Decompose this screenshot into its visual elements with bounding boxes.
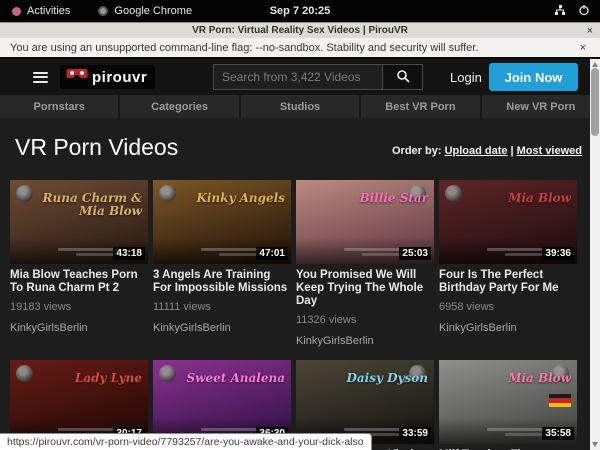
- video-thumbnail[interactable]: Daisy Dyson 33:59: [296, 360, 434, 444]
- german-flag: [549, 394, 571, 407]
- login-link[interactable]: Login: [450, 70, 482, 85]
- studio-link[interactable]: KinkyGirlsBerlin: [10, 322, 148, 334]
- video-duration: 25:03: [399, 247, 431, 260]
- order-by: Order by: Upload date|Most viewed: [392, 145, 582, 161]
- activities-button[interactable]: Activities: [27, 5, 70, 17]
- video-thumbnail[interactable]: Billie Star 25:03: [296, 180, 434, 264]
- nav-item-categories[interactable]: Categories: [120, 95, 240, 118]
- window-close-icon[interactable]: ×: [587, 25, 600, 37]
- scroll-up-icon[interactable]: [592, 62, 598, 67]
- thumbnail-overlay-title: Lady Lyne: [40, 372, 142, 385]
- thumbnail-caption: [201, 246, 261, 256]
- distro-icon: [12, 7, 21, 16]
- app-menu-button[interactable]: Google Chrome: [114, 5, 192, 17]
- video-thumbnail[interactable]: Runa Charm & Mia Blow 43:18: [10, 180, 148, 264]
- browser-warning-bar: You are using an unsupported command-lin…: [0, 38, 600, 59]
- system-top-bar: Activities Google Chrome Sep 7 20:25: [0, 0, 600, 22]
- video-card[interactable]: Runa Charm & Mia Blow 43:18 Mia Blow Tea…: [10, 180, 148, 347]
- search-icon: [396, 69, 410, 86]
- thumbnail-caption: [487, 426, 547, 436]
- video-grid: Runa Charm & Mia Blow 43:18 Mia Blow Tea…: [10, 180, 592, 450]
- search-button[interactable]: [382, 65, 422, 89]
- video-thumbnail[interactable]: Kinky Angels 47:01: [153, 180, 291, 264]
- video-duration: 39:36: [542, 247, 574, 260]
- studio-logo-watermark: [445, 185, 462, 202]
- scrollbar-thumb[interactable]: [591, 68, 599, 136]
- video-thumbnail[interactable]: Sweet Analena 36:30: [153, 360, 291, 444]
- thumbnail-overlay-title: Kinky Angels: [183, 192, 285, 205]
- thumbnail-overlay-title: Daisy Dyson: [326, 372, 428, 385]
- vr-goggles-icon: [66, 68, 88, 86]
- scroll-down-icon[interactable]: [592, 442, 598, 447]
- video-views: 11111 views: [153, 301, 291, 313]
- chrome-app-icon: [98, 6, 108, 16]
- search-input[interactable]: [214, 65, 382, 89]
- studio-link[interactable]: KinkyGirlsBerlin: [153, 322, 291, 334]
- video-card[interactable]: Kinky Angels 47:01 3 Angels Are Training…: [153, 180, 291, 347]
- video-title[interactable]: 3 Angels Are Training For Impossible Mis…: [153, 269, 291, 295]
- window-title: VR Porn: Virtual Reality Sex Videos | Pi…: [0, 25, 600, 36]
- thumbnail-caption: [487, 246, 547, 256]
- thumbnail-caption: [344, 246, 404, 256]
- studio-link[interactable]: KinkyGirlsBerlin: [296, 335, 434, 347]
- video-card[interactable]: Mia Blow 39:36 Four Is The Perfect Birth…: [439, 180, 577, 347]
- order-by-most-viewed-link[interactable]: Most viewed: [517, 145, 582, 157]
- studio-logo-watermark: [16, 185, 33, 202]
- nav-item-pornstars[interactable]: Pornstars: [0, 95, 120, 118]
- logo-text: pirouvr: [92, 69, 147, 86]
- thumbnail-overlay-title: Mia Blow: [469, 192, 571, 205]
- studio-link[interactable]: KinkyGirlsBerlin: [439, 322, 577, 334]
- warning-close-icon[interactable]: ×: [580, 42, 600, 54]
- network-icon[interactable]: [554, 4, 566, 19]
- nav-item-new-vr-porn[interactable]: New VR Porn: [482, 95, 600, 118]
- power-icon[interactable]: [578, 4, 590, 19]
- video-duration: 33:59: [399, 427, 431, 440]
- video-card[interactable]: Mia Blow 35:58 Milf Teaches The Teacher …: [439, 360, 577, 450]
- join-now-button[interactable]: Join Now: [489, 63, 578, 91]
- scrollbar[interactable]: [590, 59, 600, 450]
- order-by-label: Order by:: [392, 145, 442, 157]
- video-thumbnail[interactable]: Lady Lyne 30:17: [10, 360, 148, 444]
- order-by-separator: |: [508, 145, 517, 157]
- video-title[interactable]: Four Is The Perfect Birthday Party For M…: [439, 269, 577, 295]
- main-nav: Pornstars Categories Studios Best VR Por…: [0, 95, 600, 118]
- order-by-upload-date-link[interactable]: Upload date: [445, 145, 508, 157]
- nav-item-studios[interactable]: Studios: [241, 95, 361, 118]
- video-card[interactable]: Billie Star 25:03 You Promised We Will K…: [296, 180, 434, 347]
- window-titlebar[interactable]: VR Porn: Virtual Reality Sex Videos | Pi…: [0, 22, 600, 38]
- thumbnail-overlay-title: Runa Charm & Mia Blow: [40, 192, 142, 218]
- video-views: 19183 views: [10, 301, 148, 313]
- status-url: https://pirouvr.com/vr-porn-video/779325…: [7, 436, 364, 448]
- thumbnail-overlay-title: Billie Star: [326, 192, 428, 205]
- site-header: pirouvr Login Join Now: [0, 59, 600, 95]
- thumbnail-overlay-title: Sweet Analena: [183, 372, 285, 385]
- screen: Activities Google Chrome Sep 7 20:25 VR …: [0, 0, 600, 450]
- site-logo[interactable]: pirouvr: [60, 65, 155, 89]
- video-views: 11326 views: [296, 314, 434, 326]
- video-duration: 47:01: [256, 247, 288, 260]
- page-content: VR Porn Videos Order by: Upload date|Mos…: [0, 118, 600, 450]
- studio-logo-watermark: [159, 365, 176, 382]
- video-thumbnail[interactable]: Mia Blow 35:58: [439, 360, 577, 444]
- hamburger-menu-icon[interactable]: [33, 72, 48, 83]
- video-title[interactable]: Mia Blow Teaches Porn To Runa Charm Pt 2: [10, 269, 148, 295]
- thumbnail-caption: [58, 246, 118, 256]
- studio-logo-watermark: [159, 185, 176, 202]
- video-views: 6958 views: [439, 301, 577, 313]
- video-duration: 35:58: [542, 427, 574, 440]
- status-bar: https://pirouvr.com/vr-porn-video/779325…: [0, 433, 372, 450]
- nav-item-best-vr-porn[interactable]: Best VR Porn: [361, 95, 481, 118]
- video-duration: 43:18: [113, 247, 145, 260]
- search-bar: [213, 64, 423, 90]
- video-thumbnail[interactable]: Mia Blow 39:36: [439, 180, 577, 264]
- studio-logo-watermark: [16, 365, 33, 382]
- thumbnail-overlay-title: Mia Blow: [469, 372, 571, 385]
- warning-message: You are using an unsupported command-lin…: [0, 42, 478, 54]
- video-title[interactable]: You Promised We Will Keep Trying The Who…: [296, 269, 434, 308]
- page-title: VR Porn Videos: [15, 134, 178, 161]
